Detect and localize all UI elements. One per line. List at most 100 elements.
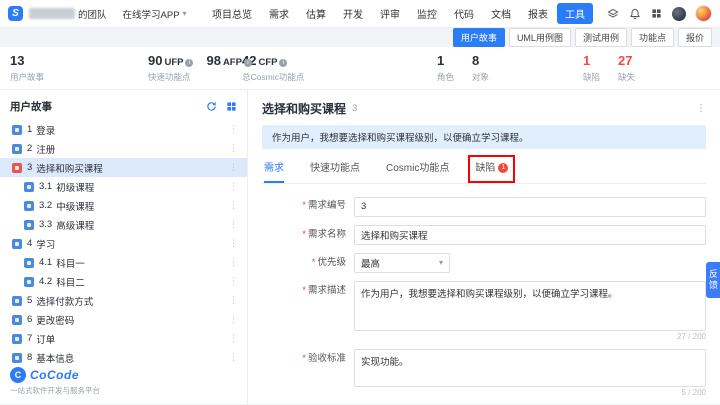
view-tab-user-stories[interactable]: 用户故事 [453,28,505,47]
req-no-input[interactable] [354,197,706,217]
more-menu-icon[interactable]: ⋮ [226,143,241,154]
more-menu-icon[interactable]: ⋮ [226,295,241,306]
sidebar-title: 用户故事 [10,99,52,114]
nav-item-estimation[interactable]: 估算 [298,3,334,24]
feedback-button[interactable]: 反馈 [706,262,720,298]
story-number: 3.2 [39,200,52,211]
secondary-avatar[interactable] [672,7,686,21]
req-name-label: *需求名称 [262,225,354,245]
story-item-5[interactable]: 5 选择付款方式 ⋮ [0,291,247,310]
nav-item-development[interactable]: 开发 [335,3,371,24]
detail-title-row: 选择和购买课程 3 ⋮ [262,100,706,117]
more-menu-icon[interactable]: ⋮ [226,200,241,211]
user-avatar[interactable] [695,5,712,22]
req-name-input[interactable] [354,225,706,245]
story-number: 4.2 [39,276,52,287]
story-item-7[interactable]: 7 订单 ⋮ [0,329,247,348]
nav-item-review[interactable]: 评审 [372,3,408,24]
story-item-3-2[interactable]: 3.2 中级课程 ⋮ [0,196,247,215]
story-item-4-2[interactable]: 4.2 科目二 ⋮ [0,272,247,291]
more-menu-icon[interactable]: ⋮ [226,352,241,363]
more-menu-icon[interactable]: ⋮ [226,219,241,230]
nav-item-reports[interactable]: 报表 [520,3,556,24]
nav-item-docs[interactable]: 文档 [483,3,519,24]
story-item-3-3[interactable]: 3.3 高级课程 ⋮ [0,215,247,234]
more-menu-icon[interactable]: ⋮ [226,162,241,173]
priority-select[interactable]: 最高 ▾ [354,253,450,273]
defects-count: 1 [583,53,600,68]
more-menu-icon[interactable]: ⋮ [696,103,706,114]
info-icon[interactable]: i [185,59,193,67]
desc-label: *需求描述 [262,281,354,341]
view-tab-uml[interactable]: UML用例图 [509,28,571,47]
chevron-down-icon: ▾ [183,9,187,18]
more-menu-icon[interactable]: ⋮ [226,314,241,325]
cfp-unit: CFP [258,57,277,68]
story-item-3-selected[interactable]: 3 选择和购买课程 ⋮ [0,158,247,177]
more-menu-icon[interactable]: ⋮ [226,124,241,135]
refresh-icon[interactable] [205,101,217,113]
story-number: 7 [27,333,32,344]
story-label: 科目一 [56,256,85,270]
story-item-1[interactable]: 1 登录 ⋮ [0,120,247,139]
objects-count: 8 [472,53,489,68]
tab-cosmic-fp[interactable]: Cosmic功能点 [386,159,449,183]
more-menu-icon[interactable]: ⋮ [226,238,241,249]
team-suffix-label: 的团队 [78,7,107,21]
more-menu-icon[interactable]: ⋮ [226,257,241,268]
view-tab-function-points[interactable]: 功能点 [631,28,674,47]
stories-label: 用户故事 [10,71,148,83]
project-name: 在线学习APP [123,7,180,21]
story-number: 1 [27,124,32,135]
nav-item-monitor[interactable]: 监控 [409,3,445,24]
cocode-footer-logo-icon: C [10,367,26,383]
bell-icon[interactable] [628,7,641,20]
nav-item-tools[interactable]: 工具 [557,3,593,24]
story-label: 注册 [36,142,55,156]
nav-item-requirements[interactable]: 需求 [261,3,297,24]
story-item-4-1[interactable]: 4.1 科目一 ⋮ [0,253,247,272]
story-item-6[interactable]: 6 更改密码 ⋮ [0,310,247,329]
view-tab-quote[interactable]: 报价 [678,28,712,47]
cocode-logo-icon: S [8,6,23,21]
more-menu-icon[interactable]: ⋮ [226,276,241,287]
roles-label: 角色 [437,71,454,83]
grid-view-icon[interactable] [225,101,237,113]
missing-label: 缺失 [618,71,635,83]
story-summary-banner: 作为用户，我想要选择和购买课程级别，以便确立学习课程。 [262,125,706,149]
priority-label: *优先级 [262,253,354,273]
story-label: 选择付款方式 [36,294,93,308]
nav-item-code[interactable]: 代码 [446,3,482,24]
nav-item-overview[interactable]: 项目总览 [204,3,260,24]
tab-defects[interactable]: 缺陷1 [475,159,508,183]
story-list: 1 登录 ⋮ 2 注册 ⋮ 3 选择和购买课程 ⋮ [0,120,247,363]
info-icon[interactable]: i [244,59,252,67]
app-grid-icon[interactable] [650,7,663,20]
story-item-4[interactable]: 4 学习 ⋮ [0,234,247,253]
story-detail-panel: 选择和购买课程 3 ⋮ 作为用户，我想要选择和购买课程级别，以便确立学习课程。 … [248,90,720,404]
defect-count-badge: 1 [498,163,508,173]
layers-icon[interactable] [606,7,619,20]
brand-name: CoCode [30,368,79,382]
story-item-2[interactable]: 2 注册 ⋮ [0,139,247,158]
afp-unit: AFP [223,57,242,68]
tab-requirement[interactable]: 需求 [264,159,284,183]
story-item-8[interactable]: 8 基本信息 ⋮ [0,348,247,363]
story-item-3-1[interactable]: 3.1 初级课程 ⋮ [0,177,247,196]
fast-fp-label: 快速功能点 [148,71,242,83]
story-number: 3.1 [39,181,52,192]
info-icon[interactable]: i [279,59,287,67]
more-menu-icon[interactable]: ⋮ [226,181,241,192]
tab-fast-fp[interactable]: 快速功能点 [310,159,360,183]
story-label: 订单 [36,332,55,346]
accept-textarea[interactable]: 实现功能。 [354,349,706,387]
view-tab-test-cases[interactable]: 测试用例 [575,28,627,47]
story-number: 3.3 [39,219,52,230]
story-label: 科目二 [56,275,85,289]
team-switcher[interactable]: 的团队 [29,7,107,21]
more-menu-icon[interactable]: ⋮ [226,333,241,344]
desc-textarea[interactable]: 作为用户，我想要选择和购买课程级别，以便确立学习课程。 [354,281,706,331]
stat-defects-missing: 1 缺陷 27 缺失 [583,53,635,83]
project-selector[interactable]: 在线学习APP ▾ [123,7,187,21]
brand-slogan: 一站式软件开发与服务平台 [10,385,237,396]
